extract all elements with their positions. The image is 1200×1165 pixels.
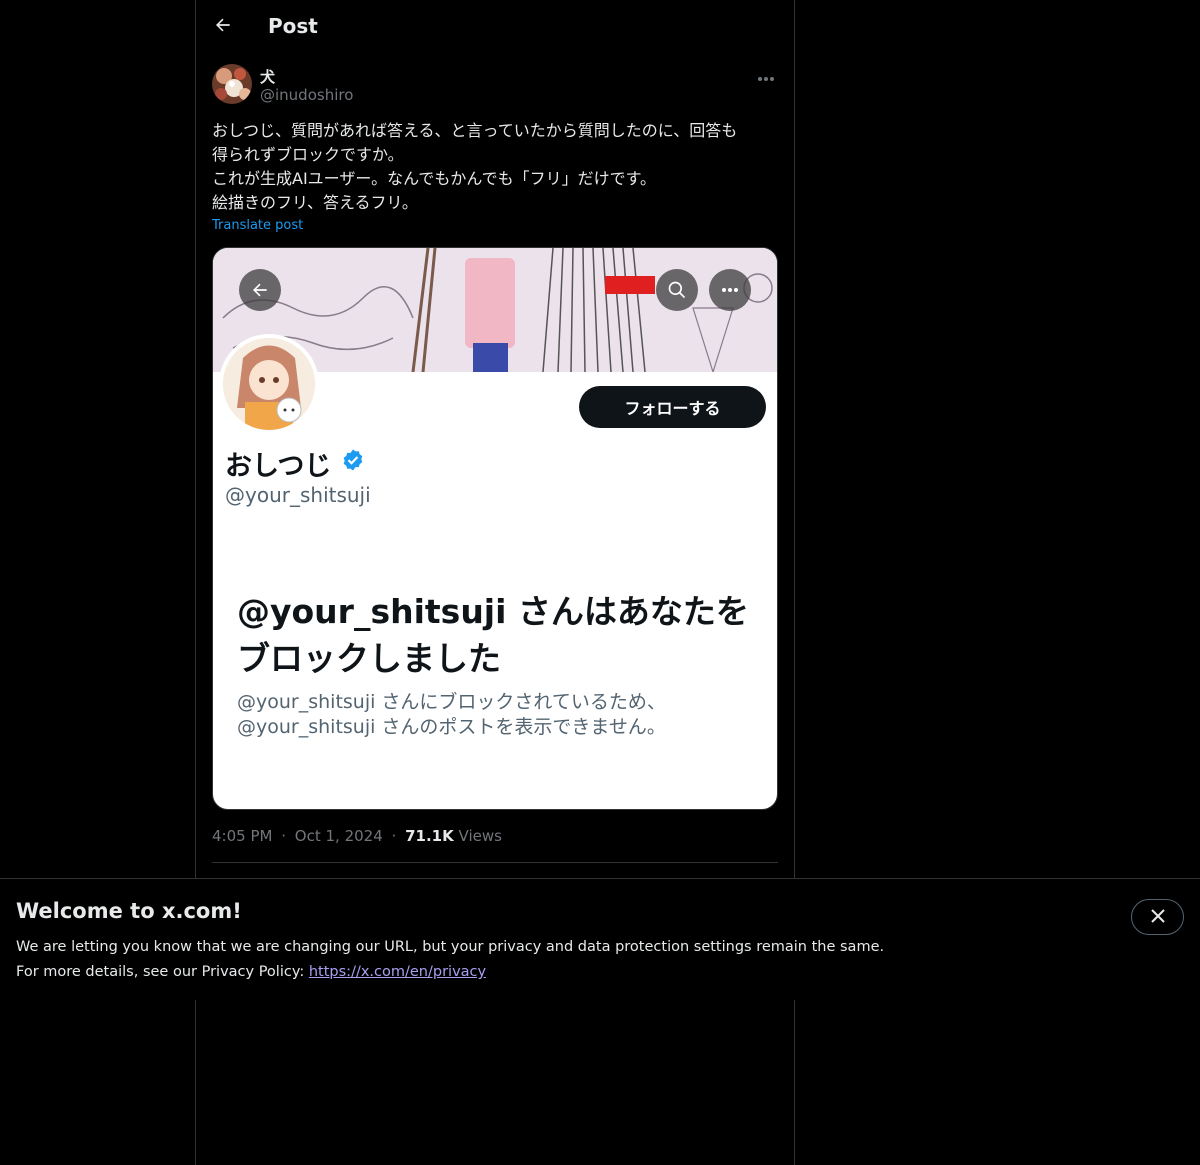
welcome-notice: Welcome to x.com! We are letting you kno… [0,878,1200,1000]
author-handle[interactable]: @inudoshiro [260,86,353,104]
media-block-title: @your_shitsuji さんはあなたをブロックしました [237,592,749,678]
post-media-image[interactable]: フォローする おしつじ @your_shitsuji @your_shitsuj… [212,247,778,810]
media-block-subtitle: @your_shitsuji さんにブロックされているため、 @your_shi… [237,690,767,740]
post-text-line: これが生成AIユーザー。なんでもかんでも「フリ」だけです。 [212,169,656,188]
notice-body-line: For more details, see our Privacy Policy… [16,960,884,985]
divider [212,862,778,863]
notice-body-line: We are letting you know that we are chan… [16,939,885,955]
arrow-left-icon [213,15,233,39]
post-author: 犬 @inudoshiro [212,64,778,108]
page-title: Post [268,14,318,38]
media-profile-name-text: おしつじ [225,451,332,482]
post-header: Post [196,0,794,53]
media-profile-name: おしつじ [225,444,365,483]
author-name[interactable]: 犬 [260,66,275,87]
post-text: おしつじ、質問があれば答える、と言っていたから質問したのに、回答も 得られずブロ… [212,119,778,215]
views-label: Views [458,827,502,845]
post-text-line: おしつじ、質問があれば答える、と言っていたから質問したのに、回答も [212,121,738,140]
notice-body-prefix: For more details, see our Privacy Policy… [16,964,309,980]
post-text-line: 得られずブロックですか。 [212,145,404,164]
meta-separator: · [391,827,397,845]
post-date[interactable]: Oct 1, 2024 [295,827,383,845]
more-button[interactable] [754,64,778,88]
meta-separator: · [281,827,287,845]
notice-title: Welcome to x.com! [16,899,242,923]
post-meta: 4:05 PM · Oct 1, 2024 · 71.1K Views [212,827,502,845]
post-time[interactable]: 4:05 PM [212,827,272,845]
translate-post-link[interactable]: Translate post [212,218,303,233]
notice-body: We are letting you know that we are chan… [16,935,884,985]
verified-badge-icon [341,448,365,479]
media-search-icon [656,269,698,311]
media-block-subtitle-line: @your_shitsuji さんのポストを表示できません。 [237,716,666,738]
media-back-icon [239,269,281,311]
close-notice-button[interactable] [1131,899,1184,935]
close-icon [1150,908,1165,927]
media-profile-avatar [219,334,319,434]
back-button[interactable] [206,10,240,44]
author-avatar[interactable] [212,64,252,104]
media-more-icon [709,269,751,311]
more-horizontal-icon [757,67,775,86]
follow-button: フォローする [579,386,766,428]
post-text-line: 絵描きのフリ、答えるフリ。 [212,193,418,212]
privacy-policy-link[interactable]: https://x.com/en/privacy [309,964,486,980]
media-profile-handle: @your_shitsuji [225,483,371,507]
media-block-subtitle-line: @your_shitsuji さんにブロックされているため、 [237,691,666,713]
views-count: 71.1K [405,827,454,845]
